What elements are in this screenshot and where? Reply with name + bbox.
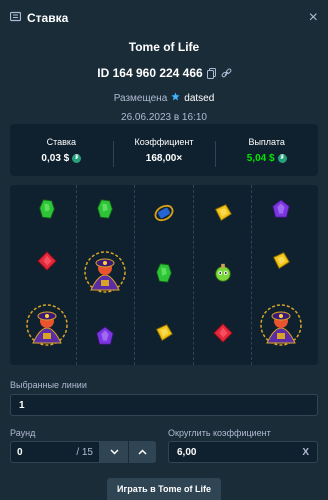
copy-icon[interactable] <box>206 67 217 79</box>
round-label: Раунд <box>10 428 36 438</box>
round-increment-button[interactable] <box>128 441 156 463</box>
tether-icon: ₮ <box>72 153 82 163</box>
chevron-up-icon <box>138 449 147 455</box>
yellow-gem-icon <box>153 322 175 349</box>
red-gem-icon <box>36 250 58 277</box>
green-gem-icon <box>153 262 175 289</box>
round-multiplier-label: Округлить коэффициент <box>168 428 271 438</box>
stat-bet-value-row: 0,03 $ ₮ <box>10 153 113 164</box>
reel-1 <box>18 185 76 365</box>
lines-label: Выбранные линии <box>10 380 87 390</box>
modal-header: Ставка × <box>0 0 328 36</box>
round-value: 0 <box>17 446 23 458</box>
lines-input[interactable]: 1 <box>10 394 318 416</box>
slot-reels <box>10 185 318 365</box>
stat-bet: Ставка 0,03 $ ₮ <box>10 137 113 164</box>
reel-5 <box>251 185 310 365</box>
blue-scroll-icon <box>153 202 175 229</box>
green-gem-icon <box>36 198 58 225</box>
tether-icon: ₮ <box>277 153 287 163</box>
red-gem-icon <box>212 322 234 349</box>
purple-gem-icon <box>270 198 292 225</box>
stat-payout-value: 5,04 $ <box>246 152 275 164</box>
reel-3 <box>134 185 193 365</box>
stat-payout-value-row: 5,04 $ ₮ <box>215 153 318 164</box>
stat-multiplier-value: 168,00× <box>145 152 183 164</box>
round-multiplier-value: 6,00 <box>177 446 197 458</box>
bet-id: ID 164 960 224 466 <box>97 66 203 80</box>
stat-bet-label: Ставка <box>46 136 77 147</box>
round-input[interactable]: 0 / 15 <box>10 441 100 463</box>
round-multiplier-input[interactable]: 6,00 X <box>168 441 318 463</box>
play-game-button[interactable]: Играть в Tome of Life <box>107 478 221 500</box>
wizard-icon <box>83 250 127 299</box>
stat-payout: Выплата 5,04 $ ₮ <box>215 136 318 167</box>
bet-date: 26.06.2023 в 16:10 <box>121 112 207 123</box>
placed-label: Размещена <box>113 92 168 104</box>
purple-gem-icon <box>94 325 116 352</box>
placed-by-row: Размещена datsed <box>0 92 328 104</box>
yellow-gem-icon <box>270 250 292 277</box>
game-title[interactable]: Tome of Life <box>0 40 328 54</box>
bet-id-row: ID 164 960 224 466 <box>0 66 328 80</box>
green-gem-icon <box>94 198 116 225</box>
modal-title: Ставка <box>27 11 69 25</box>
stat-multiplier: Коэффициент 168,00× <box>112 136 216 167</box>
username-link[interactable]: datsed <box>184 93 214 104</box>
reel-4 <box>192 185 252 365</box>
potion-icon <box>212 262 234 289</box>
wizard-icon <box>25 303 69 352</box>
close-icon[interactable]: × <box>309 10 318 26</box>
lines-value: 1 <box>19 399 25 411</box>
stat-multiplier-label: Коэффициент <box>134 136 194 147</box>
reel-2 <box>75 185 135 365</box>
ticket-icon <box>9 9 22 27</box>
stat-payout-label: Выплата <box>248 136 285 147</box>
yellow-gem-icon <box>212 202 234 229</box>
round-decrement-button[interactable] <box>100 441 128 463</box>
clear-button[interactable]: X <box>302 447 309 458</box>
round-total: / 15 <box>76 446 93 458</box>
stat-bet-value: 0,03 $ <box>41 152 70 164</box>
bet-stats-panel: Ставка 0,03 $ ₮ Коэффициент 168,00× Выпл… <box>10 124 318 176</box>
round-control: 0 / 15 <box>10 441 156 463</box>
bet-modal: Ставка × Tome of Life ID 164 960 224 466… <box>0 0 328 500</box>
wizard-icon <box>259 303 303 352</box>
link-icon[interactable] <box>221 67 232 79</box>
star-icon <box>171 92 180 104</box>
chevron-down-icon <box>109 449 119 455</box>
stat-multiplier-value-row: 168,00× <box>113 153 216 164</box>
